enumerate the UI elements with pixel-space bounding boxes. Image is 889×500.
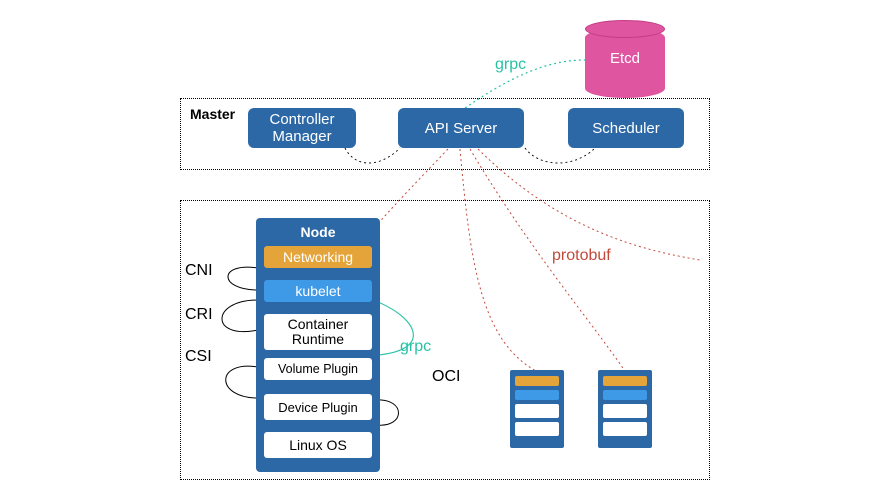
node-networking: Networking [264,246,372,268]
grpc-side-label: grpc [400,338,431,356]
controller-manager-box: Controller Manager [248,108,356,148]
grpc-top-label: grpc [495,56,526,74]
node-linux-os: Linux OS [264,432,372,458]
node-box: Node Networking kubelet Container Runtim… [256,218,380,472]
node-device-plugin: Device Plugin [264,394,372,420]
scheduler-box: Scheduler [568,108,684,148]
cri-label: CRI [185,306,213,324]
protobuf-label: protobuf [552,247,611,265]
oci-label: OCI [432,368,460,386]
mini-node-1 [510,370,564,448]
node-container-runtime: Container Runtime [264,314,372,350]
etcd-label: Etcd [585,50,665,67]
csi-label: CSI [185,348,212,366]
mini-node-2 [598,370,652,448]
node-kubelet: kubelet [264,280,372,302]
master-title: Master [190,106,235,122]
cni-label: CNI [185,262,213,280]
node-title: Node [256,224,380,240]
api-server-box: API Server [398,108,524,148]
etcd-datastore: Etcd [585,20,667,100]
node-volume-plugin: Volume Plugin [264,358,372,380]
